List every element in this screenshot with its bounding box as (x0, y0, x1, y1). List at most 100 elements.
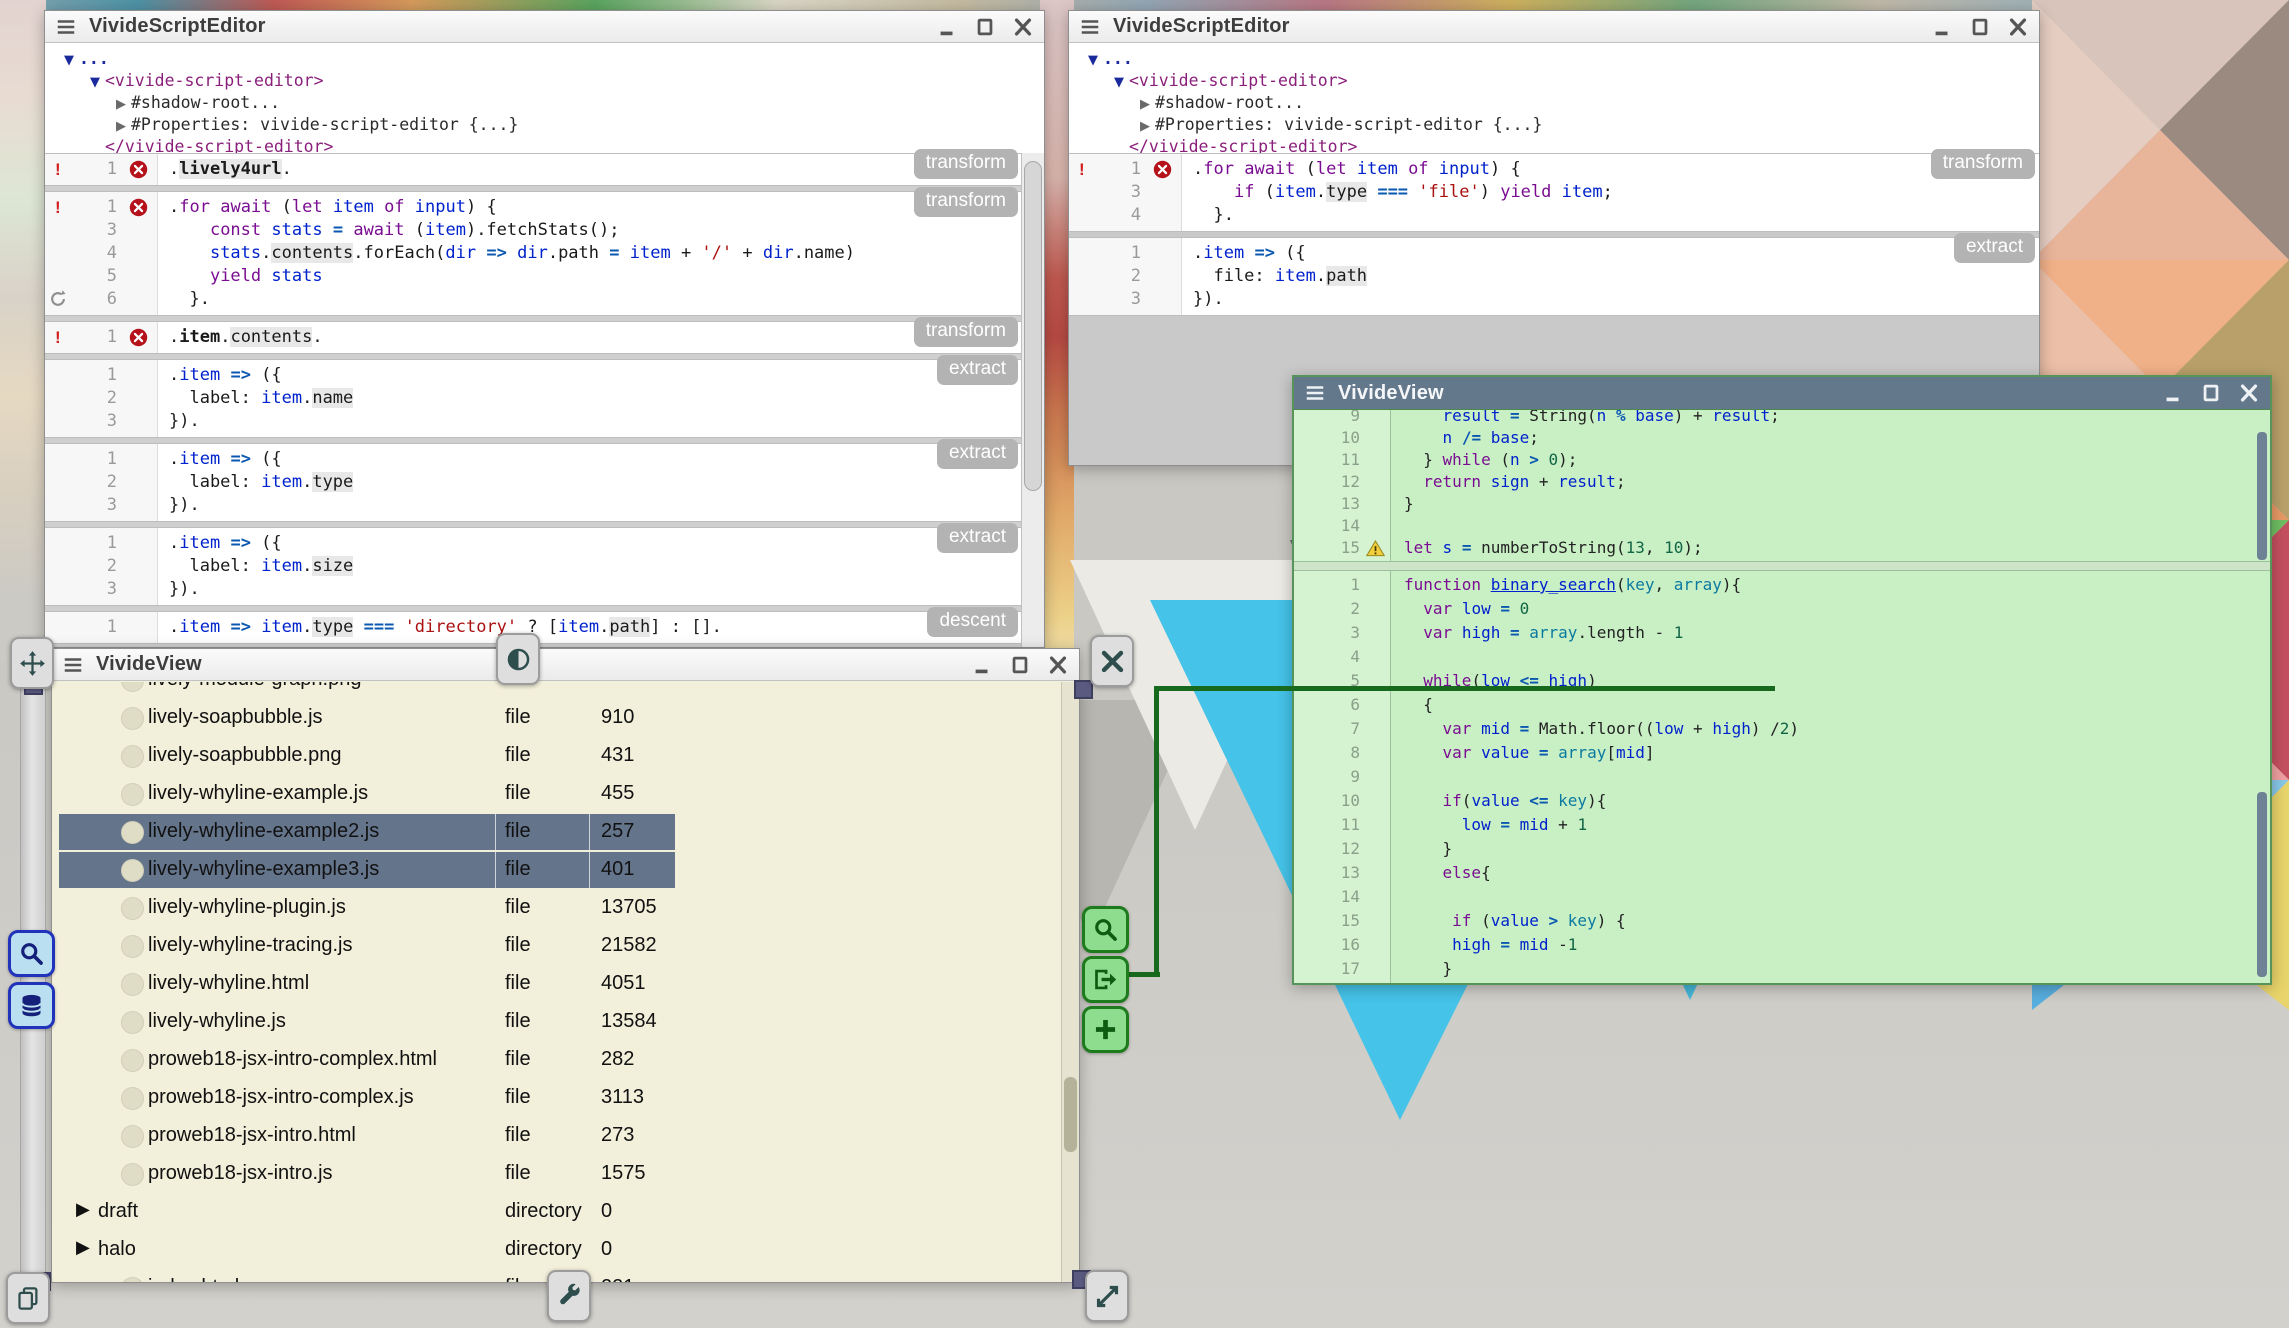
chevron-down-icon[interactable]: ▼ (59, 50, 79, 72)
code-line[interactable]: 10 n /= base; (1294, 427, 2270, 449)
code-line[interactable]: 1.item => ({ (1069, 242, 2039, 265)
minimize-button[interactable] (971, 654, 993, 676)
code-text[interactable]: const stats = await (item).fetchStats(); (157, 219, 619, 242)
code-text[interactable]: } while (n > 0); (1390, 449, 1577, 471)
code-line[interactable]: 12 return sign + result; (1294, 471, 2270, 493)
code-text[interactable]: }). (157, 410, 200, 433)
code-text[interactable]: label: item.type (157, 471, 353, 494)
script-block[interactable]: extract1.item => ({2 label: item.name3})… (45, 359, 1022, 438)
script-block[interactable]: transform!1.for await (let item of input… (45, 191, 1022, 316)
code-text[interactable]: .item.contents. (157, 326, 323, 349)
close-button[interactable] (1012, 16, 1034, 38)
code-line[interactable]: 3 var high = array.length - 1 (1294, 621, 2270, 645)
code-line[interactable]: 9 (1294, 765, 2270, 789)
maximize-button[interactable] (974, 16, 996, 38)
code-text[interactable]: }. (1181, 204, 1234, 227)
code-line[interactable]: 14 (1294, 515, 2270, 537)
close-button[interactable] (1047, 654, 1069, 676)
search-button[interactable] (1082, 906, 1129, 953)
titlebar[interactable]: VivideScriptEditor (1069, 11, 2039, 43)
resize-button[interactable] (1085, 1270, 1129, 1322)
tree-row[interactable]: ▼<vivide-script-editor> (1069, 70, 2039, 92)
code-text[interactable]: }). (157, 578, 200, 601)
code-line[interactable]: 4 stats.contents.forEach(dir => dir.path… (45, 242, 1022, 265)
code-line[interactable]: 2 label: item.type (45, 471, 1022, 494)
code-line[interactable]: 2 var low = 0 (1294, 597, 2270, 621)
code-text[interactable]: let s = numberToString(13, 10); (1390, 537, 1703, 559)
code-line[interactable]: 2 label: item.name (45, 387, 1022, 410)
code-line[interactable]: 4 (1294, 645, 2270, 669)
minimize-button[interactable] (936, 16, 958, 38)
code-text[interactable]: function binary_search(key, array){ (1390, 573, 1741, 597)
code-text[interactable]: .for await (let item of input) { (1181, 158, 1521, 181)
code-line[interactable]: 11 } while (n > 0); (1294, 449, 2270, 471)
code-text[interactable]: high = mid -1 (1390, 933, 1577, 957)
code-text[interactable]: yield stats (157, 265, 323, 288)
tree-row[interactable]: ▼... (45, 48, 1044, 70)
maximize-button[interactable] (1969, 16, 1991, 38)
code-text[interactable]: } (1390, 837, 1452, 861)
tree-row[interactable]: ▶#shadow-root... (45, 92, 1044, 114)
code-line[interactable]: 1.item => ({ (45, 364, 1022, 387)
code-text[interactable]: label: item.name (157, 387, 353, 410)
undo-icon[interactable] (48, 289, 68, 309)
maximize-button[interactable] (1009, 654, 1031, 676)
table-row[interactable]: lively-module-graph.pngfile (52, 682, 1062, 699)
code-line[interactable]: 1.item => ({ (45, 532, 1022, 555)
code-line[interactable]: 14 (1294, 885, 2270, 909)
error-icon[interactable] (129, 328, 148, 347)
code-text[interactable]: .for await (let item of input) { (157, 196, 497, 219)
code-text[interactable]: label: item.size (157, 555, 353, 578)
code-line[interactable]: 3}). (1069, 288, 2039, 311)
code-line[interactable]: 3}). (45, 494, 1022, 517)
scrollbar[interactable] (1061, 682, 1079, 1282)
tree-row[interactable]: ▶#Properties: vivide-script-editor {...} (1069, 114, 2039, 136)
table-row[interactable]: lively-soapbubble.jsfile910 (52, 699, 1062, 737)
code-text[interactable]: stats.contents.forEach(dir => dir.path =… (157, 242, 855, 265)
chevron-right-icon[interactable]: ▶ (1135, 94, 1155, 116)
code-line[interactable]: 2 label: item.size (45, 555, 1022, 578)
code-line[interactable]: 9 result = String(n % base) + result; (1294, 410, 2270, 427)
script-block[interactable]: extract1.item => ({2 label: item.size3})… (45, 527, 1022, 606)
code-line[interactable]: 7 var mid = Math.floor((low + high) /2) (1294, 717, 2270, 741)
export-button[interactable] (1082, 956, 1129, 1003)
code-line[interactable]: 8 var value = array[mid] (1294, 741, 2270, 765)
scrollbar-thumb[interactable] (2257, 432, 2267, 560)
move-button[interactable] (10, 637, 54, 689)
code-text[interactable]: if (item.type === 'file') yield item; (1181, 181, 1613, 204)
code-text[interactable]: }). (1181, 288, 1224, 311)
code-text[interactable] (1390, 885, 1404, 909)
code-text[interactable]: .item => ({ (157, 448, 282, 471)
table-row[interactable]: lively-whyline-example3.jsfile401 (52, 851, 1062, 889)
code-text[interactable]: }. (157, 288, 210, 311)
titlebar[interactable]: VivideView (52, 649, 1079, 681)
titlebar[interactable]: VivideScriptEditor (45, 11, 1044, 43)
code-line[interactable]: 13 else{ (1294, 861, 2270, 885)
error-icon[interactable] (129, 160, 148, 179)
code-line[interactable]: 1function binary_search(key, array){ (1294, 573, 2270, 597)
code-text[interactable] (1390, 515, 1404, 537)
wrench-button[interactable] (547, 1270, 591, 1322)
code-line[interactable]: 12 } (1294, 837, 2270, 861)
scrollbar[interactable] (1021, 153, 1044, 647)
code-line[interactable]: !1.for await (let item of input) { (1069, 158, 2039, 181)
code-text[interactable]: var mid = Math.floor((low + high) /2) (1390, 717, 1799, 741)
code-text[interactable]: .item => ({ (1181, 242, 1306, 265)
code-text[interactable]: return sign + result; (1390, 471, 1626, 493)
table-row[interactable]: ▶draftdirectory0 (52, 1193, 1062, 1231)
code-line[interactable]: 10 if(value <= key){ (1294, 789, 2270, 813)
chevron-right-icon[interactable]: ▶ (111, 116, 131, 138)
tree-row[interactable]: ▼... (1069, 48, 2039, 70)
code-line[interactable]: 16 high = mid -1 (1294, 933, 2270, 957)
table-row[interactable]: proweb18-jsx-intro.jsfile1575 (52, 1155, 1062, 1193)
table-row[interactable]: lively-whyline.htmlfile4051 (52, 965, 1062, 1003)
table-row[interactable]: proweb18-jsx-intro-complex.htmlfile282 (52, 1041, 1062, 1079)
error-icon[interactable] (129, 198, 148, 217)
table-row[interactable]: proweb18-jsx-intro.htmlfile273 (52, 1117, 1062, 1155)
chevron-right-icon[interactable]: ▶ (1135, 116, 1155, 138)
minimize-button[interactable] (1931, 16, 1953, 38)
code-text[interactable]: if(value <= key){ (1390, 789, 1606, 813)
copy-button[interactable] (6, 1272, 50, 1324)
tree-row[interactable]: ▶#Properties: vivide-script-editor {...} (45, 114, 1044, 136)
code-line[interactable]: !1.for await (let item of input) { (45, 196, 1022, 219)
